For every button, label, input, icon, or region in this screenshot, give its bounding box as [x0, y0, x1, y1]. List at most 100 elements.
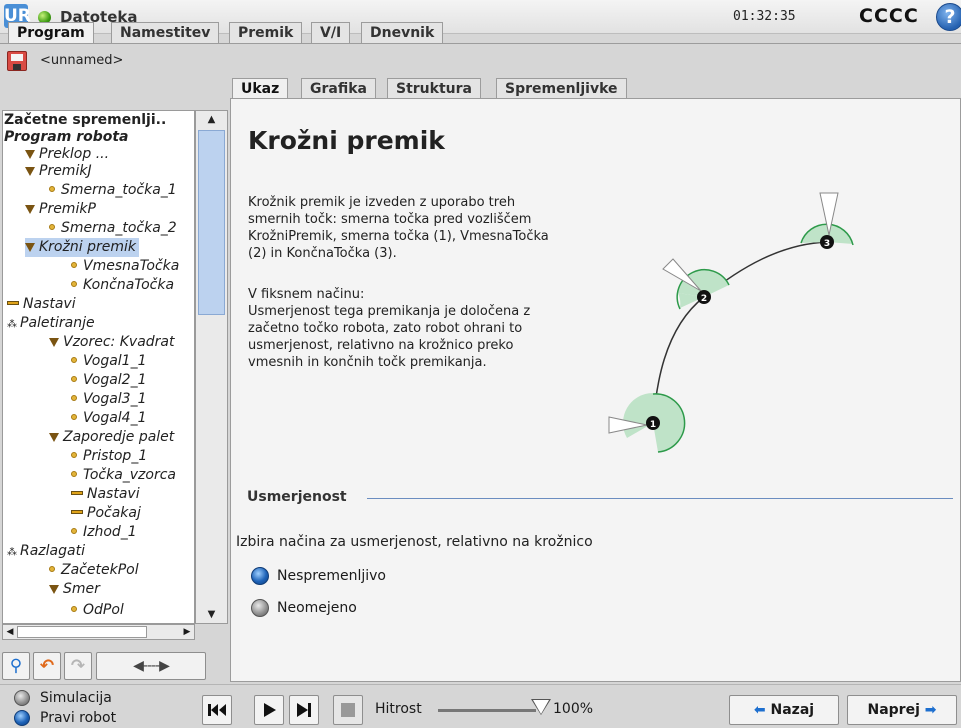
speed-slider-handle-fill[interactable] — [533, 700, 549, 714]
tab-variables[interactable]: Spremenljivke — [496, 78, 627, 99]
robot-name: CCCC — [859, 5, 919, 27]
tab-io[interactable]: V/I — [311, 22, 351, 43]
tab-log[interactable]: Dnevnik — [361, 22, 444, 43]
program-tree[interactable]: Začetne spremenlji.. Program robota Prek… — [2, 110, 195, 624]
tree-item[interactable]: Nastavi — [7, 295, 76, 314]
waypoint-icon — [71, 606, 77, 612]
tree-item[interactable]: Izhod_1 — [71, 523, 137, 542]
tree-item-label: Smerna_točka_1 — [61, 182, 177, 198]
tree-item-label: Vogal4_1 — [83, 410, 147, 426]
search-icon[interactable]: ⚲ — [2, 652, 30, 680]
blend-zone-1b — [622, 393, 653, 438]
tree-item-label: Preklop ... — [39, 146, 110, 162]
tree-horizontal-scrollbar[interactable]: ◀ ▶ — [2, 624, 195, 640]
tree-item[interactable]: Vogal3_1 — [71, 390, 147, 409]
tree-item[interactable]: Vogal1_1 — [71, 352, 147, 371]
tree-item-label: Smerna_točka_2 — [61, 220, 177, 236]
waypoint-icon — [49, 186, 55, 192]
tree-item[interactable]: VmesnaTočka — [71, 257, 179, 276]
stop-button[interactable] — [333, 695, 363, 725]
tree-item[interactable]: KončnaTočka — [71, 276, 174, 295]
tree-item-label: Vogal2_1 — [83, 372, 147, 388]
tree-item-label: Nastavi — [87, 486, 140, 502]
tree-item-label: Točka_vzorca — [83, 467, 177, 483]
tree-item[interactable]: Točka_vzorca — [71, 466, 176, 485]
arrow-right-icon: ➡ — [924, 702, 937, 718]
scroll-right-icon[interactable]: ▶ — [180, 625, 194, 639]
speed-slider[interactable] — [438, 709, 536, 712]
tab-move[interactable]: Premik — [229, 22, 303, 43]
redo-icon[interactable]: ↷ — [64, 652, 92, 680]
move-node-icon[interactable]: ◀----▶ — [96, 652, 206, 680]
back-button[interactable]: ⬅ Nazaj — [729, 695, 839, 725]
tree-item[interactable]: Vogal4_1 — [71, 409, 147, 428]
mode-label: Simulacija — [40, 690, 112, 706]
tab-graphics[interactable]: Grafika — [301, 78, 376, 99]
folder-triangle-icon — [25, 243, 35, 252]
tree-item[interactable]: Smer — [49, 580, 100, 599]
skip-back-button[interactable] — [202, 695, 232, 725]
tree-item[interactable]: Vzorec: Kvadrat — [49, 333, 174, 352]
next-button[interactable]: Naprej ➡ — [847, 695, 957, 725]
tree-item-label: Vogal1_1 — [83, 353, 147, 369]
tree-vertical-scrollbar[interactable]: ▲ ▼ — [195, 110, 228, 624]
arrow-left-icon: ⬅ — [753, 702, 766, 718]
scroll-thumb[interactable] — [198, 130, 225, 315]
tree-item-label: Počakaj — [87, 505, 141, 521]
tab-structure[interactable]: Struktura — [387, 78, 481, 99]
mode-label: Pravi robot — [40, 710, 117, 726]
tree-item-selected[interactable]: Krožni premik — [25, 238, 139, 257]
scroll-up-icon[interactable]: ▲ — [196, 111, 227, 128]
command-panel: Krožni premik Krožnik premik je izveden … — [230, 98, 961, 682]
radio-unselected-icon[interactable] — [251, 599, 269, 617]
tree-item-label: Izhod_1 — [83, 524, 137, 540]
tree-item-label: Pristop_1 — [83, 448, 148, 464]
tree-item[interactable]: Počakaj — [71, 504, 141, 523]
waypoint-icon — [71, 452, 77, 458]
radio-selected-icon[interactable] — [251, 567, 269, 585]
tree-item[interactable]: ⁂ Paletiranje — [7, 314, 95, 333]
tree-item[interactable]: Nastavi — [71, 485, 140, 504]
tree-item[interactable]: ZačetekPol — [49, 561, 139, 580]
stop-icon — [341, 703, 355, 717]
radio-selected-icon[interactable] — [14, 710, 30, 726]
tree-item[interactable]: Zaporedje palet — [49, 428, 174, 447]
tree-item[interactable]: PremikJ — [25, 162, 92, 181]
tree-item-label: Program robota — [4, 129, 129, 145]
tree-item[interactable]: Vogal2_1 — [71, 371, 147, 390]
tree-item[interactable]: OdPol — [71, 601, 124, 620]
tree-item-label: OdPol — [83, 602, 124, 618]
play-button[interactable] — [254, 695, 284, 725]
waypoint-icon — [49, 566, 55, 572]
waypoint-icon — [71, 357, 77, 363]
tab-command[interactable]: Ukaz — [232, 78, 289, 99]
tree-item[interactable]: ⁂ Razlagati — [7, 542, 85, 561]
save-icon[interactable] — [7, 51, 27, 71]
tree-item-label: Zaporedje palet — [63, 429, 175, 445]
folder-triangle-icon — [25, 150, 35, 159]
tree-item[interactable]: Smerna_točka_1 — [49, 181, 177, 200]
step-icon — [297, 703, 311, 717]
tree-item[interactable]: PremikP — [25, 200, 96, 219]
waypoint-icon — [71, 528, 77, 534]
option-label: Nespremenljivo — [277, 568, 386, 584]
scroll-thumb[interactable] — [17, 626, 147, 638]
program-name: <unnamed> — [40, 53, 124, 68]
tab-installation[interactable]: Namestitev — [111, 22, 220, 43]
scroll-left-icon[interactable]: ◀ — [3, 625, 17, 639]
waypoint-icon — [71, 414, 77, 420]
scroll-down-icon[interactable]: ▼ — [196, 606, 227, 623]
help-icon[interactable]: ? — [936, 3, 961, 31]
tab-program[interactable]: Program — [8, 22, 94, 43]
tree-item[interactable]: Pristop_1 — [71, 447, 147, 466]
radio-unselected-icon[interactable] — [14, 690, 30, 706]
folder-triangle-icon — [49, 585, 59, 594]
tree-item-label: ZačetekPol — [61, 562, 139, 578]
description-text: Krožnik premik je izveden z uporabo treh… — [248, 195, 549, 261]
orientation-section-title: Usmerjenost — [247, 489, 347, 505]
speed-value: 100% — [553, 701, 594, 717]
folder-triangle-icon — [49, 338, 59, 347]
undo-icon[interactable]: ↶ — [33, 652, 61, 680]
step-button[interactable] — [289, 695, 319, 725]
tree-item[interactable]: Smerna_točka_2 — [49, 219, 177, 238]
